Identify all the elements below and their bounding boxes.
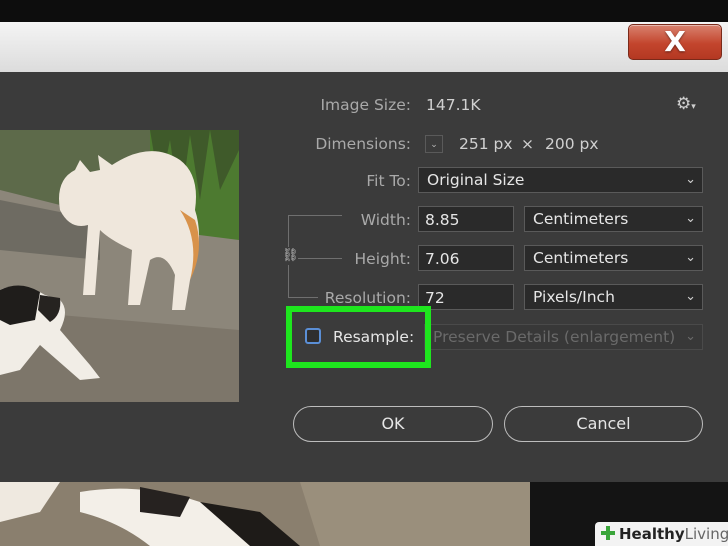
- watermark-brand-bold: Healthy: [619, 525, 685, 543]
- gear-icon[interactable]: ⚙▾: [676, 94, 696, 114]
- dimensions-label: Dimensions:: [315, 135, 411, 153]
- cancel-button[interactable]: Cancel: [504, 406, 703, 442]
- background-cats-photo: [0, 482, 530, 546]
- dimensions-height: 200 px: [545, 135, 599, 153]
- screen-top-bar: [0, 0, 728, 22]
- close-icon: X: [664, 25, 686, 58]
- resolution-input[interactable]: 72: [418, 284, 514, 310]
- dimensions-unit-dropdown[interactable]: ⌄: [425, 135, 443, 153]
- width-label: Width:: [360, 211, 411, 229]
- close-button[interactable]: X: [628, 24, 722, 60]
- watermark-badge: HealthyLiving: [595, 522, 728, 546]
- background-photo: [0, 482, 530, 546]
- chevron-down-icon: ⌄: [685, 172, 696, 187]
- chevron-down-icon: ⌄: [685, 211, 696, 226]
- image-size-value: 147.1K: [426, 96, 481, 114]
- chevron-down-icon: ⌄: [430, 140, 438, 150]
- ok-button[interactable]: OK: [293, 406, 493, 442]
- resample-checkbox[interactable]: [305, 328, 321, 344]
- image-size-label: Image Size:: [320, 96, 411, 114]
- chevron-down-icon: ⌄: [685, 289, 696, 304]
- chevron-down-icon: ⌄: [685, 329, 696, 344]
- link-bracket-left-bottom: [288, 265, 289, 297]
- dialog-title-bar: X: [0, 22, 728, 73]
- height-unit-value: Centimeters: [533, 249, 629, 267]
- chevron-down-icon: ⌄: [685, 250, 696, 265]
- link-bracket-left-top: [288, 215, 289, 247]
- height-input[interactable]: 7.06: [418, 245, 514, 271]
- resolution-unit-value: Pixels/Inch: [533, 288, 615, 306]
- resample-label: Resample:: [333, 328, 415, 346]
- image-preview[interactable]: [0, 130, 239, 402]
- resolution-label: Resolution:: [324, 289, 411, 307]
- resample-method-value: Preserve Details (enlargement): [433, 328, 676, 346]
- height-label: Height:: [354, 250, 411, 268]
- width-input[interactable]: 8.85: [418, 206, 514, 232]
- width-unit-select[interactable]: Centimeters ⌄: [524, 206, 703, 232]
- resample-method-select[interactable]: Preserve Details (enlargement) ⌄: [424, 324, 703, 350]
- cats-photo: [0, 130, 239, 402]
- width-unit-value: Centimeters: [533, 210, 629, 228]
- dimensions-width: 251 px: [459, 135, 513, 153]
- height-unit-select[interactable]: Centimeters ⌄: [524, 245, 703, 271]
- resolution-unit-select[interactable]: Pixels/Inch ⌄: [524, 284, 703, 310]
- fit-to-select[interactable]: Original Size ⌄: [418, 167, 703, 193]
- watermark-brand-light: Living: [684, 525, 728, 543]
- dimensions-times: ×: [521, 135, 534, 153]
- fit-to-value: Original Size: [427, 171, 525, 189]
- fit-to-label: Fit To:: [366, 172, 411, 190]
- image-size-dialog: Image Size: 147.1K ⚙▾ Dimensions: ⌄ 251 …: [0, 72, 728, 482]
- chain-link-icon[interactable]: ⛓: [282, 248, 299, 263]
- plus-icon: [601, 526, 615, 540]
